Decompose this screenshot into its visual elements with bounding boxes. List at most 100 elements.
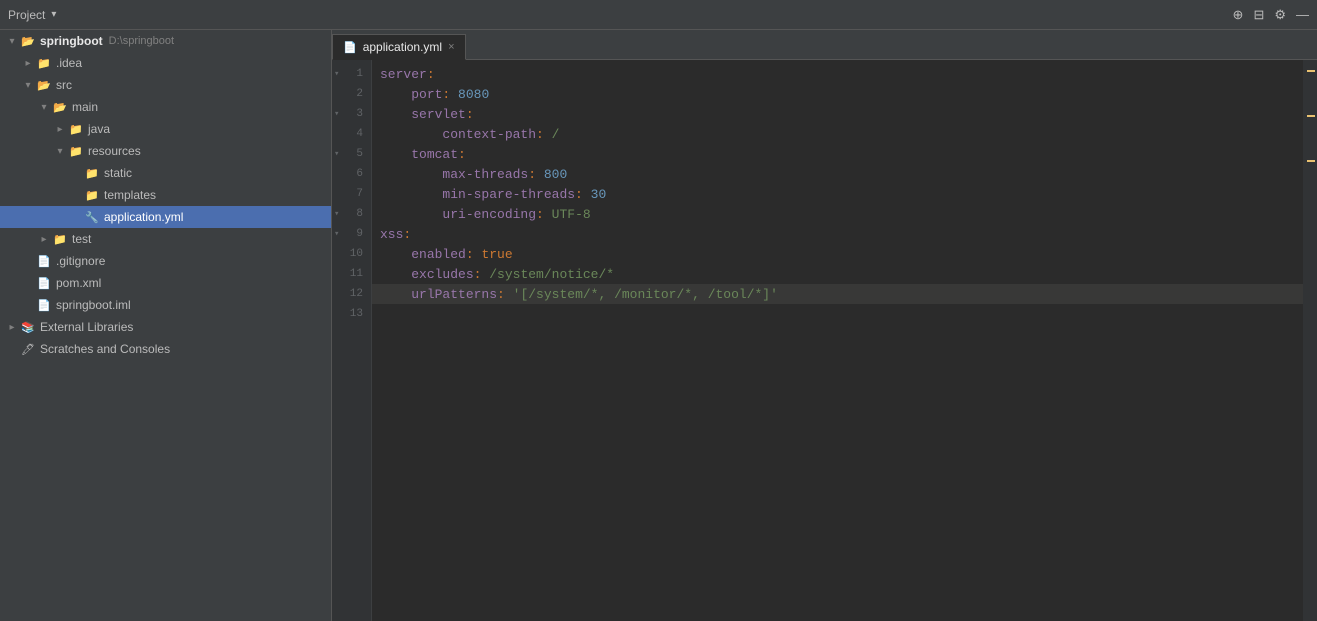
tree-arrow-idea[interactable] <box>20 58 36 69</box>
tree-arrow-springboot-root[interactable] <box>4 36 20 47</box>
fold-arrow-8[interactable]: ▾ <box>334 209 339 219</box>
code-line-8: uri-encoding: UTF-8 <box>372 204 1303 224</box>
code-token: min-spare-threads <box>411 187 575 202</box>
tree-label-java: java <box>88 122 110 136</box>
sidebar-item-test[interactable]: 📁test <box>0 228 331 250</box>
xml-icon: 📄 <box>36 275 52 291</box>
sidebar-item-src[interactable]: 📂src <box>0 74 331 96</box>
sidebar: 📂springbootD:\springboot📁.idea📂src📂main📁… <box>0 30 332 621</box>
code-token: : <box>528 167 536 182</box>
code-token <box>380 287 396 302</box>
code-token <box>380 87 396 102</box>
line-number-3: ▾3 <box>332 104 371 124</box>
sidebar-item-idea[interactable]: 📁.idea <box>0 52 331 74</box>
code-token: : <box>442 87 450 102</box>
tree-arrow-resources[interactable] <box>52 146 68 157</box>
code-token: uri-encoding <box>411 207 536 222</box>
sidebar-item-pom-xml[interactable]: 📄 pom.xml <box>0 272 331 294</box>
main-layout: 📂springbootD:\springboot📁.idea📂src📂main📁… <box>0 30 1317 621</box>
tree-arrow-test[interactable] <box>36 234 52 245</box>
code-token <box>536 167 544 182</box>
sidebar-item-java[interactable]: 📁 java <box>0 118 331 140</box>
code-token: 30 <box>591 187 607 202</box>
code-token <box>380 127 411 142</box>
tree-arrow-main[interactable] <box>36 102 52 113</box>
tree-label-resources: resources <box>88 144 141 158</box>
line-number-4: 4 <box>332 124 371 144</box>
tree-arrow-external-libraries[interactable] <box>4 322 20 333</box>
code-token: : <box>575 187 583 202</box>
folder-resources-icon: 📁 <box>68 143 84 159</box>
sidebar-item-static[interactable]: 📁static <box>0 162 331 184</box>
code-token <box>380 267 396 282</box>
tree-arrow-src[interactable] <box>20 80 36 91</box>
fold-arrow-5[interactable]: ▾ <box>334 149 339 159</box>
right-markers <box>1303 60 1317 621</box>
sidebar-item-resources[interactable]: 📁 resources <box>0 140 331 162</box>
code-line-1: server: <box>372 64 1303 84</box>
minimize-icon[interactable]: — <box>1296 7 1309 22</box>
fold-arrow-9[interactable]: ▾ <box>334 229 339 239</box>
code-line-3: servlet: <box>372 104 1303 124</box>
project-dropdown-icon[interactable]: ▾ <box>51 9 56 20</box>
code-token <box>544 127 552 142</box>
tree-arrow-java[interactable] <box>52 124 68 135</box>
line-number-13: 13 <box>332 304 371 324</box>
sidebar-item-main[interactable]: 📂main <box>0 96 331 118</box>
folder-icon: 📁 <box>84 165 100 181</box>
code-token: : <box>427 67 435 82</box>
code-token <box>380 187 411 202</box>
code-token <box>544 207 552 222</box>
scroll-marker-3 <box>1307 160 1315 162</box>
title-bar-left: Project ▾ <box>8 8 56 22</box>
project-label: Project <box>8 8 45 22</box>
sidebar-item-gitignore[interactable]: 📄.gitignore <box>0 250 331 272</box>
folder-java-icon: 📁 <box>68 121 84 137</box>
code-token <box>481 267 489 282</box>
sidebar-item-application-yml[interactable]: 🔧application.yml <box>0 206 331 228</box>
gear-icon[interactable]: ⚙ <box>1274 7 1286 23</box>
code-token: urlPatterns <box>396 287 497 302</box>
code-content[interactable]: server: port: 8080 servlet: context-path… <box>372 60 1303 621</box>
line-number-10: 10 <box>332 244 371 264</box>
tab-bar: 📄 application.yml × <box>332 30 1317 60</box>
tree-label-test: test <box>72 232 91 246</box>
line-number-9: ▾9 <box>332 224 371 244</box>
code-token <box>450 87 458 102</box>
code-token: context-path <box>411 127 536 142</box>
code-line-9: xss: <box>372 224 1303 244</box>
line-number-1: ▾1 <box>332 64 371 84</box>
code-line-13 <box>372 304 1303 324</box>
sidebar-item-external-libraries[interactable]: 📚External Libraries <box>0 316 331 338</box>
fold-arrow-3[interactable]: ▾ <box>334 109 339 119</box>
tree-label-pom-xml: pom.xml <box>56 276 101 290</box>
scratches-icon: 🖊 <box>20 341 36 357</box>
tab-application-yml[interactable]: 📄 application.yml × <box>332 34 466 60</box>
fold-arrow-1[interactable]: ▾ <box>334 69 339 79</box>
tree-label-templates: templates <box>104 188 156 202</box>
line-number-8: ▾8 <box>332 204 371 224</box>
tree-label-external-libraries: External Libraries <box>40 320 133 334</box>
code-line-7: min-spare-threads: 30 <box>372 184 1303 204</box>
tab-close-button[interactable]: × <box>448 41 454 53</box>
tree-label-springboot-root: springboot <box>40 34 103 48</box>
code-token: true <box>481 247 512 262</box>
sidebar-item-scratches[interactable]: 🖊Scratches and Consoles <box>0 338 331 360</box>
code-token: : <box>403 227 411 242</box>
code-token <box>380 107 396 122</box>
code-line-12: urlPatterns: '[/system/*, /monitor/*, /t… <box>372 284 1303 304</box>
add-icon[interactable]: ⊕ <box>1233 7 1244 23</box>
code-token <box>380 207 411 222</box>
code-token: 800 <box>544 167 567 182</box>
code-token <box>583 187 591 202</box>
folder-open-icon: 📂 <box>20 33 36 49</box>
scroll-marker-2 <box>1307 115 1315 117</box>
code-editor[interactable]: ▾12▾34▾567▾8▾910111213 server: port: 808… <box>332 60 1317 621</box>
title-bar-icons: ⊕ ⊟ ⚙ — <box>1233 7 1309 23</box>
sidebar-item-springboot-root[interactable]: 📂springbootD:\springboot <box>0 30 331 52</box>
sidebar-item-springboot-iml[interactable]: 📄springboot.iml <box>0 294 331 316</box>
layout-icon[interactable]: ⊟ <box>1253 7 1264 23</box>
code-line-4: context-path: / <box>372 124 1303 144</box>
sidebar-item-templates[interactable]: 📁templates <box>0 184 331 206</box>
code-token: : <box>474 267 482 282</box>
